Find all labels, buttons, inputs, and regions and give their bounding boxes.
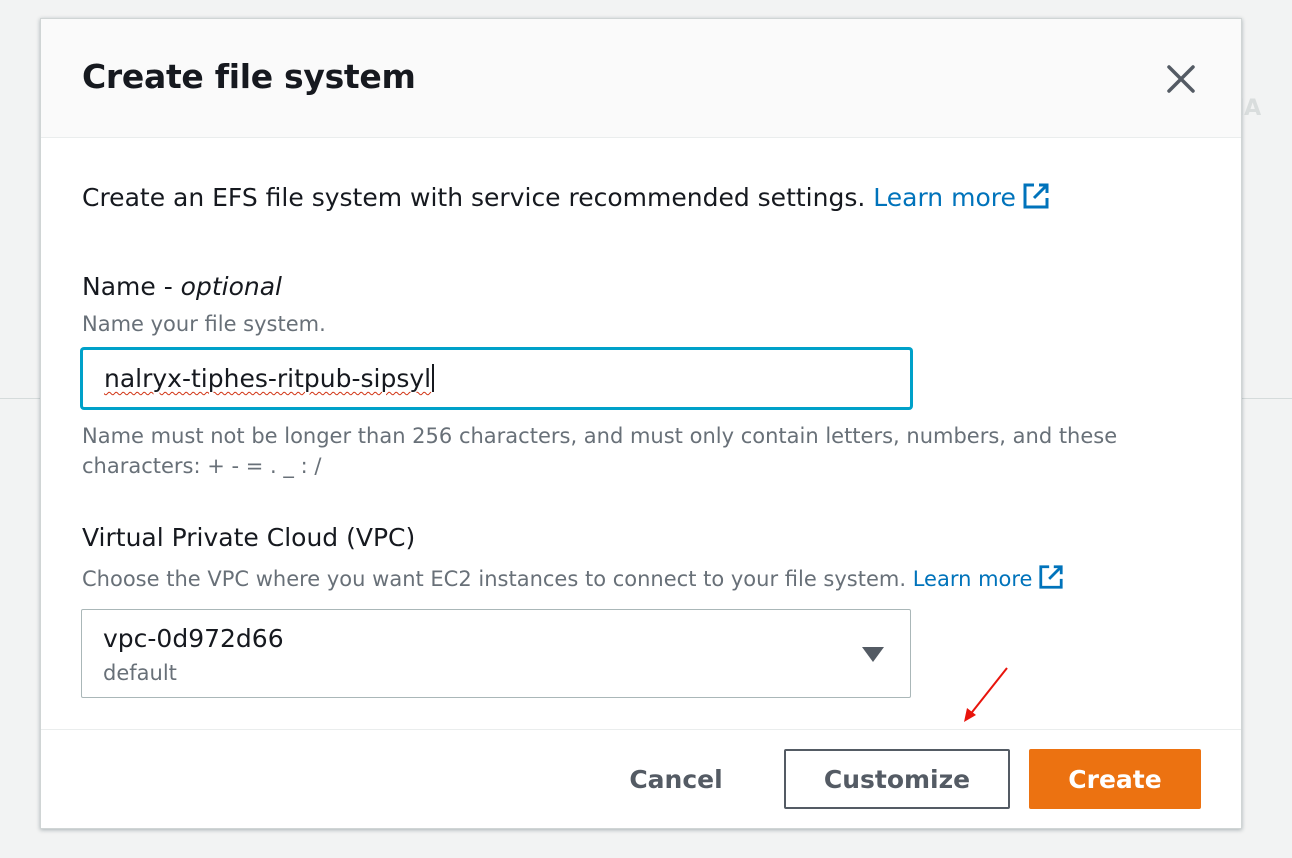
- close-icon: [1167, 65, 1195, 93]
- modal-header: Create file system: [41, 19, 1241, 138]
- name-field-description: Name your file system.: [82, 312, 326, 336]
- name-constraint-text: Name must not be longer than 256 charact…: [82, 424, 1118, 478]
- name-input-value: nalryx-tiphes-ritpub-sipsyl: [104, 364, 432, 393]
- name-input-value-wrap[interactable]: nalryx-tiphes-ritpub-sipsyl: [104, 364, 435, 393]
- vpc-select[interactable]: vpc-0d972d66 default: [81, 609, 911, 698]
- caret-down-icon: [862, 647, 884, 662]
- create-file-system-modal: Create file system Create an EFS file sy…: [40, 18, 1242, 829]
- vpc-field-label: Virtual Private Cloud (VPC): [82, 523, 416, 552]
- vpc-description-text: Choose the VPC where you want EC2 instan…: [82, 567, 907, 591]
- vpc-field-description: Choose the VPC where you want EC2 instan…: [82, 564, 1064, 591]
- modal-title: Create file system: [82, 57, 416, 96]
- intro-description: Create an EFS file system with service r…: [82, 183, 866, 212]
- name-label-optional: optional: [180, 272, 282, 301]
- modal-footer: Cancel Customize Create: [41, 729, 1241, 828]
- create-button[interactable]: Create: [1029, 749, 1201, 809]
- name-input[interactable]: nalryx-tiphes-ritpub-sipsyl: [81, 348, 912, 409]
- intro-learn-more-link[interactable]: Learn more: [873, 183, 1050, 212]
- vpc-selected-value: vpc-0d972d66: [103, 624, 284, 653]
- name-field-label: Name - optional: [82, 272, 282, 301]
- vpc-selected-sublabel: default: [103, 661, 177, 685]
- external-link-icon: [1023, 183, 1049, 209]
- cancel-button[interactable]: Cancel: [606, 749, 746, 809]
- intro-learn-more-label: Learn more: [873, 183, 1016, 212]
- customize-button[interactable]: Customize: [784, 749, 1010, 809]
- name-label-text: Name -: [82, 272, 181, 301]
- intro-text: Create an EFS file system with service r…: [82, 182, 1050, 212]
- text-cursor: [432, 364, 435, 392]
- vpc-learn-more-label: Learn more: [912, 567, 1033, 591]
- vpc-learn-more-link[interactable]: Learn more: [912, 565, 1065, 591]
- external-link-icon: [1039, 565, 1064, 589]
- close-button[interactable]: [1165, 63, 1197, 95]
